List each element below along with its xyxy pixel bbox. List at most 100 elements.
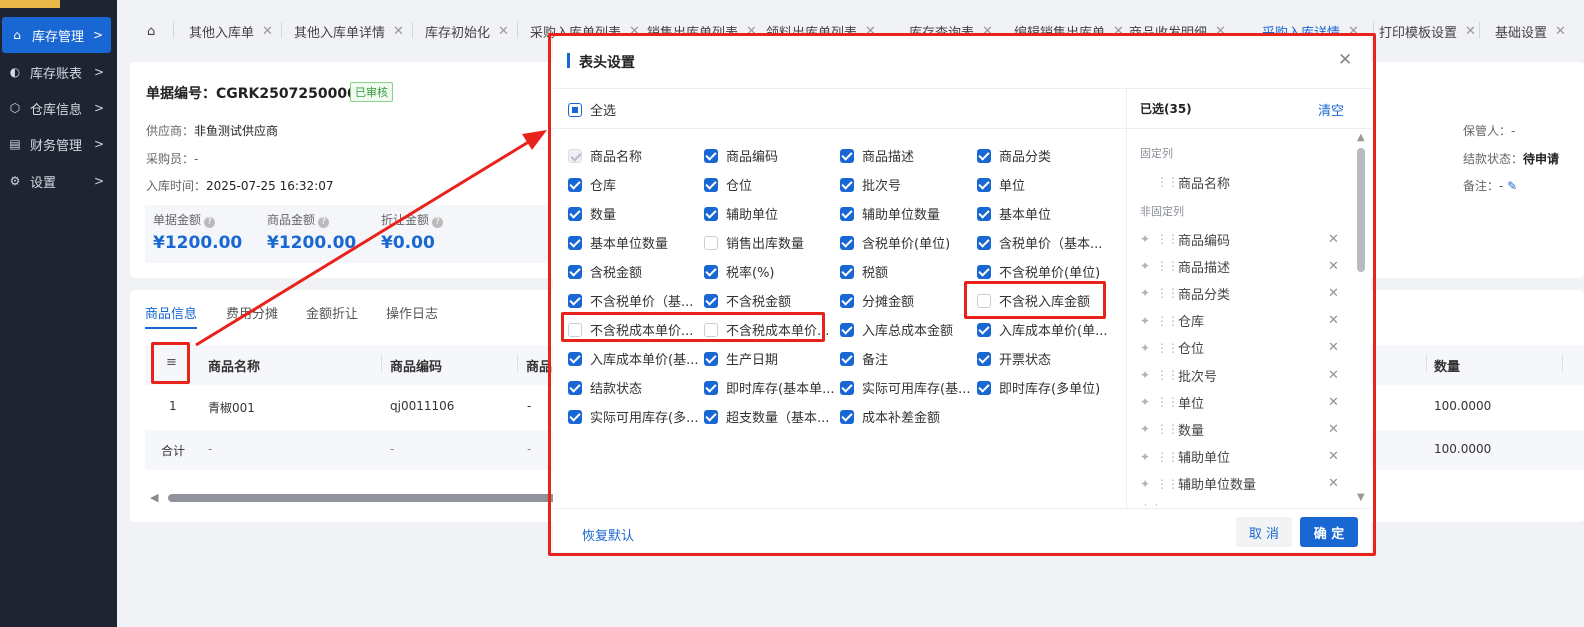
column-option[interactable]: 税额 (840, 262, 888, 281)
drag-handle-icon[interactable]: ⋮⋮ (1156, 314, 1179, 328)
column-option[interactable]: 超支数量（基本... (704, 407, 829, 426)
column-option[interactable]: 商品分类 (977, 146, 1051, 165)
column-option[interactable]: 入库成本单价(单... (977, 320, 1107, 339)
checkbox[interactable] (840, 148, 854, 163)
column-option[interactable]: 成本补差金额 (840, 407, 940, 426)
restore-default-button[interactable]: 恢复默认 (582, 525, 634, 544)
remove-icon[interactable]: ✕ (1328, 286, 1339, 301)
pin-icon[interactable]: ✦ (1140, 232, 1156, 246)
checkbox[interactable] (704, 409, 718, 424)
checkbox[interactable] (977, 148, 991, 163)
remove-icon[interactable]: ✕ (1328, 259, 1339, 274)
column-option[interactable]: 不含税金额 (704, 291, 791, 310)
column-option[interactable]: 入库总成本金额 (840, 320, 953, 339)
remove-icon[interactable]: ✕ (1328, 340, 1339, 355)
drag-handle-icon[interactable]: ⋮⋮ (1156, 341, 1179, 355)
column-option[interactable]: 入库成本单价(基... (568, 349, 698, 368)
scroll-down-icon[interactable]: ▼ (1357, 492, 1365, 503)
column-option[interactable]: 结款状态 (568, 378, 642, 397)
ok-button[interactable]: 确 定 (1300, 517, 1358, 547)
column-option[interactable]: 即时库存(多单位) (977, 378, 1100, 397)
drag-handle-icon[interactable]: ⋮⋮ (1156, 286, 1179, 300)
remove-icon[interactable]: ✕ (1328, 232, 1339, 247)
checkbox[interactable] (568, 206, 582, 221)
column-option[interactable]: 含税单价（基本... (977, 233, 1102, 252)
pin-icon[interactable]: ✦ (1140, 450, 1156, 464)
checkbox[interactable] (704, 177, 718, 192)
select-all-checkbox[interactable]: 全选 (568, 100, 616, 119)
selected-column-item[interactable]: ✦ ⋮⋮ 单位 ✕ (1140, 392, 1340, 412)
pin-icon[interactable]: ✦ (1140, 286, 1156, 300)
column-option[interactable]: 辅助单位数量 (840, 204, 940, 223)
column-option[interactable]: 批次号 (840, 175, 901, 194)
selected-column-item[interactable]: ✦ ⋮⋮ 数量 ✕ (1140, 419, 1340, 439)
checkbox[interactable] (977, 264, 991, 279)
column-option[interactable]: 单位 (977, 175, 1025, 194)
checkbox[interactable] (977, 206, 991, 221)
checkbox[interactable] (568, 264, 582, 279)
pin-icon[interactable]: ✦ (1140, 314, 1156, 328)
drag-handle-icon[interactable]: ⋮⋮ (1156, 422, 1179, 436)
column-option[interactable]: 即时库存(基本单... (704, 378, 834, 397)
checkbox[interactable] (840, 380, 854, 395)
checkbox[interactable] (840, 322, 854, 337)
checkbox[interactable] (704, 293, 718, 308)
checkbox[interactable] (568, 293, 582, 308)
checkbox[interactable] (568, 235, 582, 250)
pin-icon[interactable]: ✦ (1140, 395, 1156, 409)
drag-handle-icon[interactable]: ⋮⋮ (1156, 477, 1179, 491)
column-option[interactable]: 仓库 (568, 175, 616, 194)
close-icon[interactable]: ✕ (1338, 50, 1352, 70)
checkbox[interactable] (704, 264, 718, 279)
column-option[interactable]: 不含税单价(单位) (977, 262, 1100, 281)
column-option[interactable]: 基本单位数量 (568, 233, 668, 252)
checkbox[interactable] (840, 264, 854, 279)
column-option[interactable]: 辅助单位 (704, 204, 778, 223)
remove-icon[interactable]: ✕ (1328, 395, 1339, 410)
column-option[interactable]: 商品描述 (840, 146, 914, 165)
checkbox[interactable] (568, 177, 582, 192)
checkbox[interactable] (704, 148, 718, 163)
drag-handle-icon[interactable]: ⋮⋮ (1156, 259, 1179, 273)
checkbox[interactable] (568, 351, 582, 366)
column-option[interactable]: 销售出库数量 (704, 233, 804, 252)
column-option[interactable]: 开票状态 (977, 349, 1051, 368)
vertical-scrollbar[interactable] (1357, 148, 1365, 272)
drag-handle-icon[interactable]: ⋮⋮ (1156, 395, 1179, 409)
checkbox[interactable] (840, 293, 854, 308)
column-option[interactable]: 仓位 (704, 175, 752, 194)
selected-column-item[interactable]: ✦ ⋮⋮ 仓库 ✕ (1140, 311, 1340, 331)
fixed-column-item[interactable]: ⋮⋮ 商品名称 (1140, 172, 1340, 192)
column-option[interactable]: 数量 (568, 204, 616, 223)
selected-column-item[interactable]: ✦ ⋮⋮ 仓位 ✕ (1140, 338, 1340, 358)
column-option[interactable]: 基本单位 (977, 204, 1051, 223)
column-option[interactable]: 备注 (840, 349, 888, 368)
column-option[interactable]: 商品编码 (704, 146, 778, 165)
checkbox[interactable] (704, 380, 718, 395)
remove-icon[interactable]: ✕ (1328, 313, 1339, 328)
remove-icon[interactable]: ✕ (1328, 449, 1339, 464)
column-option[interactable]: 含税金额 (568, 262, 642, 281)
column-option[interactable]: 实际可用库存(基... (840, 378, 970, 397)
drag-handle-icon[interactable]: ⋮⋮ (1156, 368, 1179, 382)
scroll-up-icon[interactable]: ▲ (1357, 132, 1365, 143)
column-option[interactable]: 实际可用库存(多... (568, 407, 698, 426)
checkbox[interactable] (840, 351, 854, 366)
column-option[interactable]: 含税单价(单位) (840, 233, 950, 252)
checkbox[interactable] (977, 177, 991, 192)
column-option[interactable]: 生产日期 (704, 349, 778, 368)
selected-column-item[interactable]: ✦ ⋮⋮ 商品描述 ✕ (1140, 256, 1340, 276)
remove-icon[interactable]: ✕ (1328, 422, 1339, 437)
drag-handle-icon[interactable]: ⋮⋮ (1156, 232, 1179, 246)
checkbox[interactable] (840, 235, 854, 250)
selected-column-item[interactable]: ✦ ⋮⋮ 辅助单位 ✕ (1140, 447, 1340, 467)
remove-icon[interactable]: ✕ (1328, 368, 1339, 383)
checkbox[interactable] (568, 102, 582, 117)
pin-icon[interactable]: ✦ (1140, 477, 1156, 491)
checkbox[interactable] (977, 322, 991, 337)
checkbox[interactable] (840, 206, 854, 221)
checkbox[interactable] (568, 409, 582, 424)
pin-icon[interactable]: ✦ (1140, 368, 1156, 382)
checkbox[interactable] (840, 409, 854, 424)
column-option[interactable]: 不含税单价（基... (568, 291, 693, 310)
